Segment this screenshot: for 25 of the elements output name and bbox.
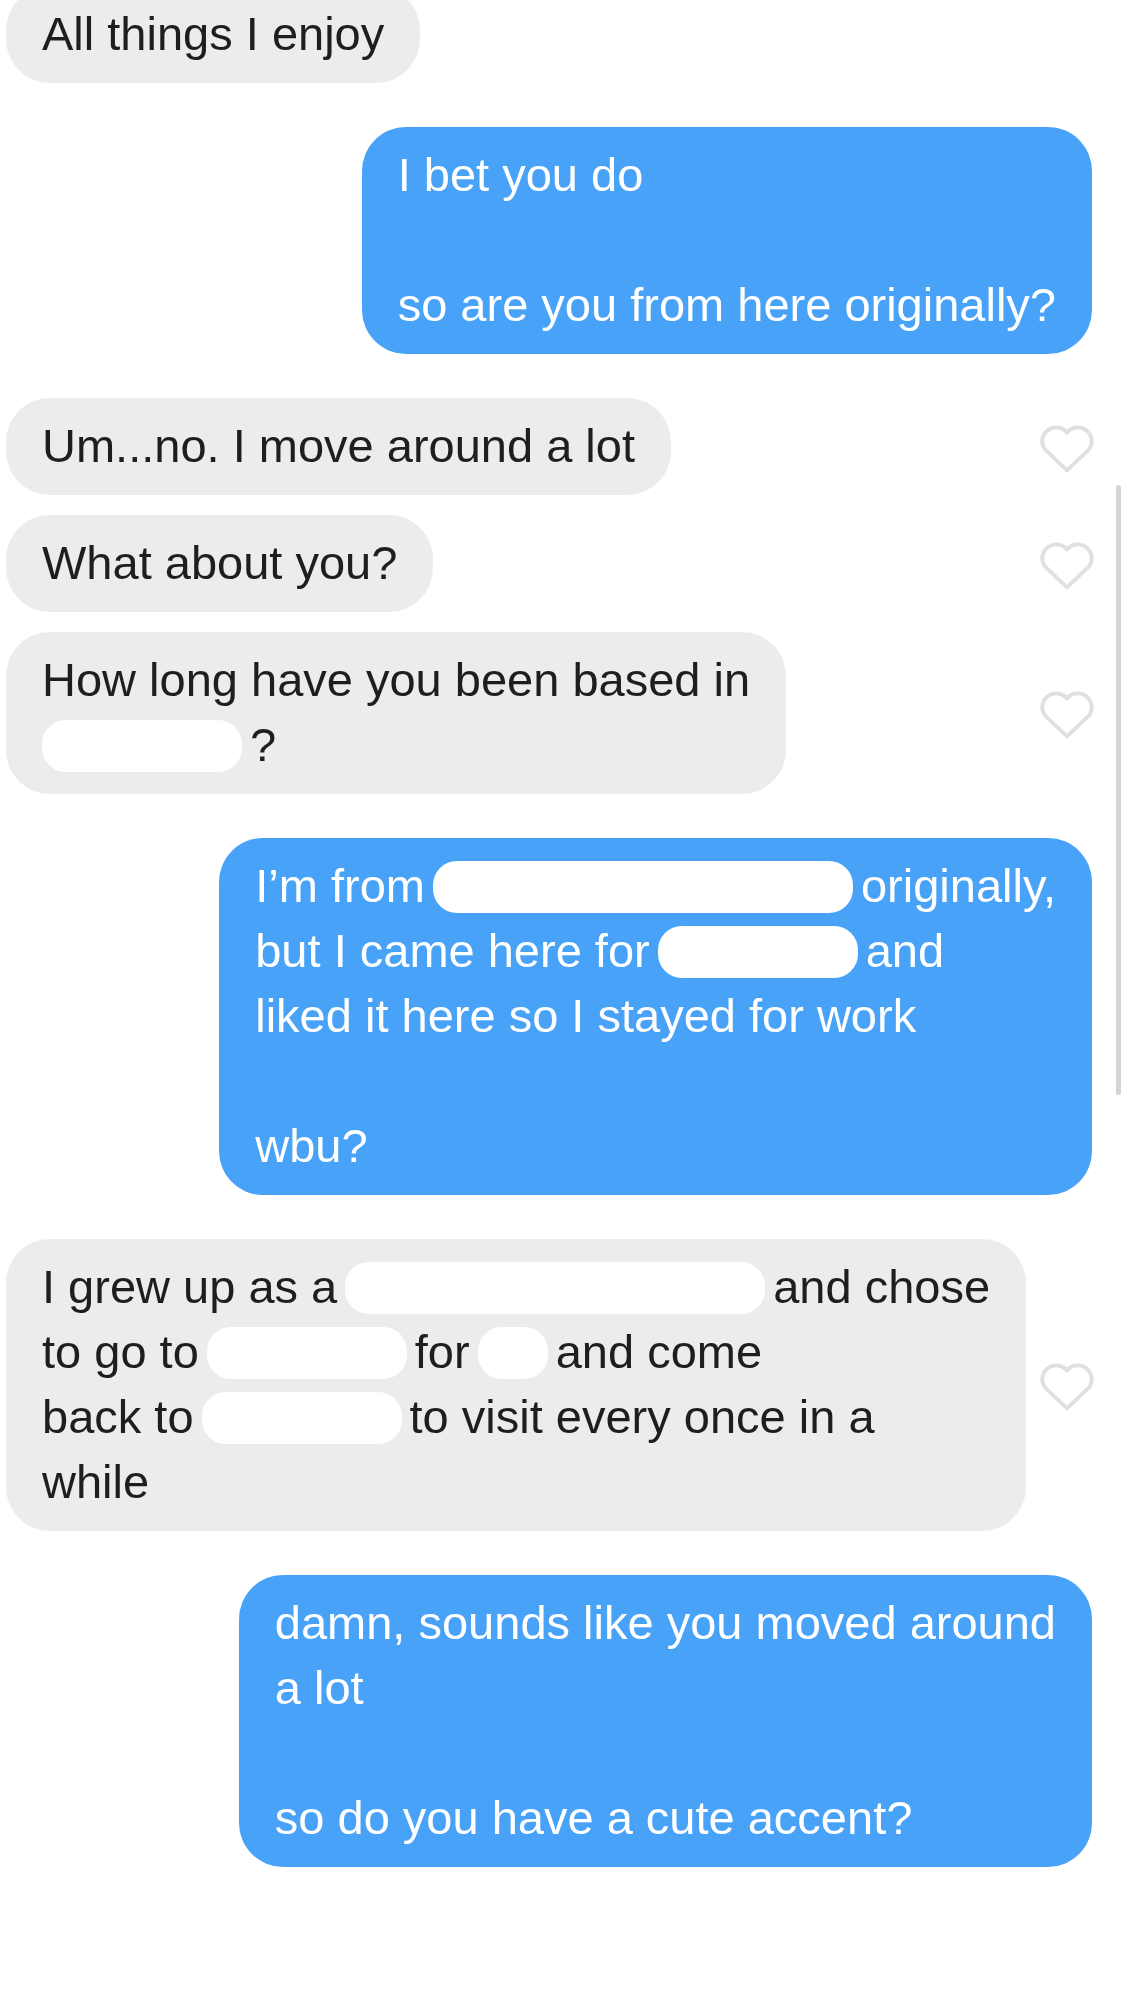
message-text: but I came here for <box>255 923 650 980</box>
message-text: back to <box>42 1389 194 1446</box>
message-text: so do you have a cute accent? <box>274 1790 913 1847</box>
message-text: Um...no. I move around a lot <box>42 418 635 475</box>
message-text: and <box>865 923 945 980</box>
message-text: so are you from here originally? <box>397 277 1056 334</box>
message-text: to visit every once in a <box>409 1389 875 1446</box>
message-text: I’m from <box>255 858 425 915</box>
message-text: liked it here so I stayed for work <box>255 988 917 1045</box>
message-text: wbu? <box>255 1118 368 1175</box>
message-text: to go to <box>42 1324 199 1381</box>
message-text: ? <box>250 717 277 774</box>
message-text: All things I enjoy <box>42 6 385 63</box>
message-text: and come <box>555 1324 763 1381</box>
message-text: while <box>42 1454 150 1511</box>
scrollbar[interactable] <box>1116 485 1121 1095</box>
message-text: a lot <box>274 1660 364 1717</box>
message-text: How long have you been based in <box>42 652 751 709</box>
message-text: and chose <box>773 1259 991 1316</box>
message-text: for <box>414 1324 470 1381</box>
message-text: damn, sounds like you moved around <box>274 1595 1056 1652</box>
message-text: I grew up as a <box>42 1259 338 1316</box>
message-text: What about you? <box>42 535 398 592</box>
message-text: I bet you do <box>397 147 644 204</box>
message-text: originally, <box>860 858 1056 915</box>
